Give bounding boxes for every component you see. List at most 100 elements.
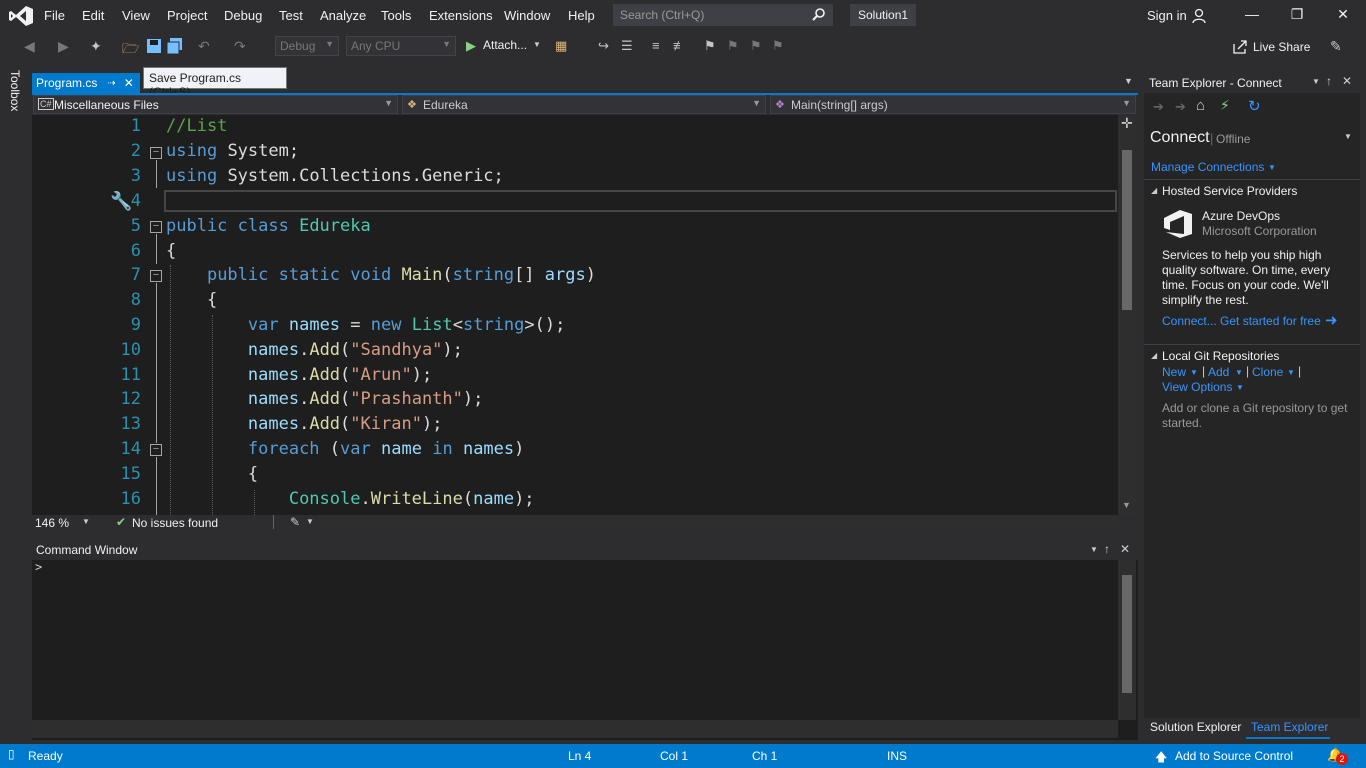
chevron-down-icon[interactable]: ▼ <box>1312 77 1320 86</box>
prev-bookmark-icon[interactable]: ⚑ <box>727 38 743 54</box>
collapse-icon[interactable]: − <box>150 147 162 159</box>
menu-test[interactable]: Test <box>279 8 303 23</box>
chevron-down-icon[interactable]: ▼ <box>306 517 314 526</box>
uncomment-icon[interactable]: ≢ <box>673 38 689 54</box>
split-icon[interactable]: ✛ <box>1121 115 1133 132</box>
step-icon[interactable]: ↪ <box>598 38 614 54</box>
tab-program-cs[interactable]: Program.cs ⇢ ✕ <box>32 73 140 93</box>
git-add-link[interactable]: Add <box>1208 365 1229 379</box>
clear-bookmarks-icon[interactable]: ⚑ <box>772 38 788 54</box>
menu-view[interactable]: View <box>122 8 150 23</box>
platform-dropdown[interactable]: Any CPU ▼ <box>346 36 456 56</box>
redo-icon[interactable]: ↷ <box>234 38 250 54</box>
plug-icon[interactable]: ⚡ <box>1220 97 1230 114</box>
restore-button[interactable]: ❐ <box>1287 6 1307 26</box>
menu-file[interactable]: File <box>44 8 65 23</box>
search-input[interactable]: Search (Ctrl+Q) <box>613 4 833 26</box>
collapse-icon[interactable]: − <box>150 221 162 233</box>
menu-window[interactable]: Window <box>504 8 550 23</box>
next-bookmark-icon[interactable]: ⚑ <box>750 38 766 54</box>
expanded-triangle-icon[interactable]: ◢ <box>1151 351 1157 360</box>
hosted-header[interactable]: Hosted Service Providers <box>1162 184 1297 198</box>
close-panel-icon[interactable]: ✕ <box>1342 74 1352 88</box>
configuration-dropdown[interactable]: Debug ▼ <box>275 36 339 56</box>
new-project-icon[interactable]: ✦ <box>90 38 106 54</box>
command-horizontal-scrollbar[interactable] <box>32 720 1118 738</box>
open-folder-icon[interactable]: 🗁 <box>122 38 139 56</box>
chevron-down-icon[interactable]: ▼ <box>1124 76 1133 86</box>
user-icon[interactable] <box>1192 8 1208 24</box>
close-tab-icon[interactable]: ✕ <box>124 76 134 90</box>
save-all-icon[interactable] <box>167 38 183 54</box>
chevron-down-icon[interactable]: ▼ <box>1090 545 1098 554</box>
find-in-files-icon[interactable]: ▦ <box>555 38 571 54</box>
issues-status[interactable]: No issues found <box>132 516 218 530</box>
chevron-down-icon[interactable]: ▼ <box>82 517 90 526</box>
code-cleanup-icon[interactable]: ✎ <box>290 515 300 529</box>
feedback-icon[interactable]: ✎ <box>1330 38 1342 55</box>
chevron-down-icon[interactable]: ▼ <box>533 40 541 49</box>
back-icon[interactable]: ➔ <box>1153 99 1164 115</box>
tab-solution-explorer[interactable]: Solution Explorer <box>1150 720 1241 734</box>
add-source-control-button[interactable]: Add to Source Control <box>1175 749 1293 763</box>
forward-icon[interactable]: ▶ <box>58 38 74 54</box>
close-window-button[interactable]: ✕ <box>1333 6 1353 26</box>
live-share-icon[interactable] <box>1233 40 1247 54</box>
member-dropdown[interactable]: ❖ Main(string[] args) ▼ <box>770 95 1136 114</box>
zoom-level[interactable]: 146 % <box>35 516 69 530</box>
minimize-button[interactable]: — <box>1242 6 1262 26</box>
sign-in-link[interactable]: Sign in <box>1147 8 1187 23</box>
menu-tools[interactable]: Tools <box>381 8 411 23</box>
git-new-link[interactable]: New <box>1162 365 1186 379</box>
menu-analyze[interactable]: Analyze <box>320 8 366 23</box>
search-icon[interactable] <box>812 7 826 21</box>
outline-icon[interactable]: ☰ <box>621 38 637 54</box>
chevron-down-icon[interactable]: ▼ <box>1235 368 1243 377</box>
expanded-triangle-icon[interactable]: ◢ <box>1151 186 1157 195</box>
menu-project[interactable]: Project <box>167 8 207 23</box>
git-clone-link[interactable]: Clone <box>1252 365 1283 379</box>
menu-debug[interactable]: Debug <box>224 8 262 23</box>
git-header[interactable]: Local Git Repositories <box>1162 349 1279 363</box>
chevron-down-icon[interactable]: ▼ <box>1268 163 1276 172</box>
scrollbar-thumb[interactable] <box>1122 575 1132 693</box>
scrollbar-thumb[interactable] <box>1122 150 1132 310</box>
attach-button[interactable]: Attach... <box>483 38 527 52</box>
pin-icon[interactable]: ⇢ <box>107 78 115 89</box>
collapse-icon[interactable]: − <box>150 444 162 456</box>
bookmark-icon[interactable]: ⚑ <box>704 38 720 54</box>
editor-horizontal-scrollbar[interactable] <box>318 516 1118 530</box>
undo-icon[interactable]: ↶ <box>198 38 214 54</box>
back-icon[interactable]: ◀ <box>24 38 40 54</box>
pin-icon[interactable]: ↑ <box>1326 74 1332 88</box>
status-insert-mode[interactable]: INS <box>887 749 907 763</box>
type-dropdown[interactable]: ❖ Edureka ▼ <box>402 95 766 114</box>
quick-actions-screwdriver-icon[interactable]: 🔧 <box>110 191 132 212</box>
toolbox-tab[interactable]: Toolbox <box>8 70 22 111</box>
chevron-down-icon[interactable]: ▼ <box>1236 383 1244 392</box>
project-dropdown[interactable]: C# Miscellaneous Files ▼ <box>33 95 398 114</box>
menu-edit[interactable]: Edit <box>82 8 104 23</box>
command-window-body[interactable] <box>32 560 1138 740</box>
chevron-down-icon[interactable]: ▼ <box>1344 132 1352 141</box>
collapse-icon[interactable]: − <box>150 270 162 282</box>
visual-studio-logo-icon[interactable] <box>8 5 34 27</box>
up-arrow-icon[interactable]: 🡅 <box>1155 748 1167 768</box>
live-share-button[interactable]: Live Share <box>1253 40 1310 54</box>
get-started-link[interactable]: Connect... Get started for free <box>1162 314 1321 328</box>
scroll-down-icon[interactable]: ▼ <box>1122 500 1131 510</box>
start-icon[interactable]: ▶ <box>466 38 476 54</box>
forward-icon[interactable]: ➔ <box>1175 99 1186 115</box>
manage-connections-link[interactable]: Manage Connections <box>1151 160 1264 174</box>
comment-icon[interactable]: ≡ <box>652 38 668 54</box>
pin-icon[interactable]: ↑ <box>1104 542 1110 556</box>
close-panel-icon[interactable]: ✕ <box>1120 542 1130 556</box>
view-options-link[interactable]: View Options <box>1162 380 1232 394</box>
chevron-down-icon[interactable]: ▼ <box>1287 368 1295 377</box>
tab-team-explorer[interactable]: Team Explorer <box>1251 720 1328 734</box>
refresh-icon[interactable]: ↻ <box>1248 97 1261 115</box>
menu-help[interactable]: Help <box>568 8 595 23</box>
menu-extensions[interactable]: Extensions <box>429 8 493 23</box>
chevron-down-icon[interactable]: ▼ <box>1190 368 1198 377</box>
save-icon[interactable] <box>146 38 162 54</box>
